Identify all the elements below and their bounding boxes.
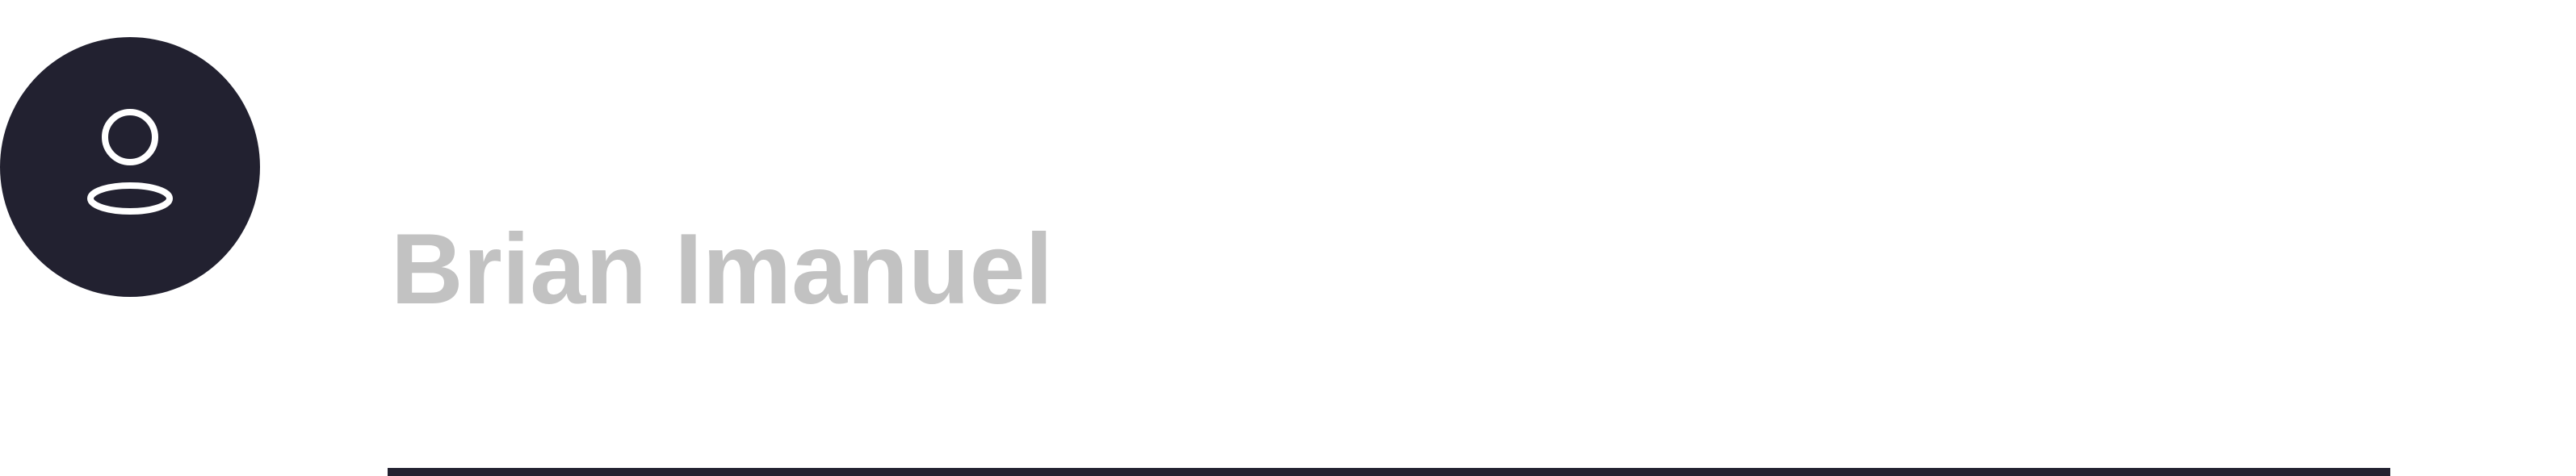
avatar	[0, 37, 260, 297]
profile-name: Brian Imanuel	[391, 214, 1053, 325]
divider	[388, 468, 2390, 476]
user-icon	[87, 109, 173, 215]
